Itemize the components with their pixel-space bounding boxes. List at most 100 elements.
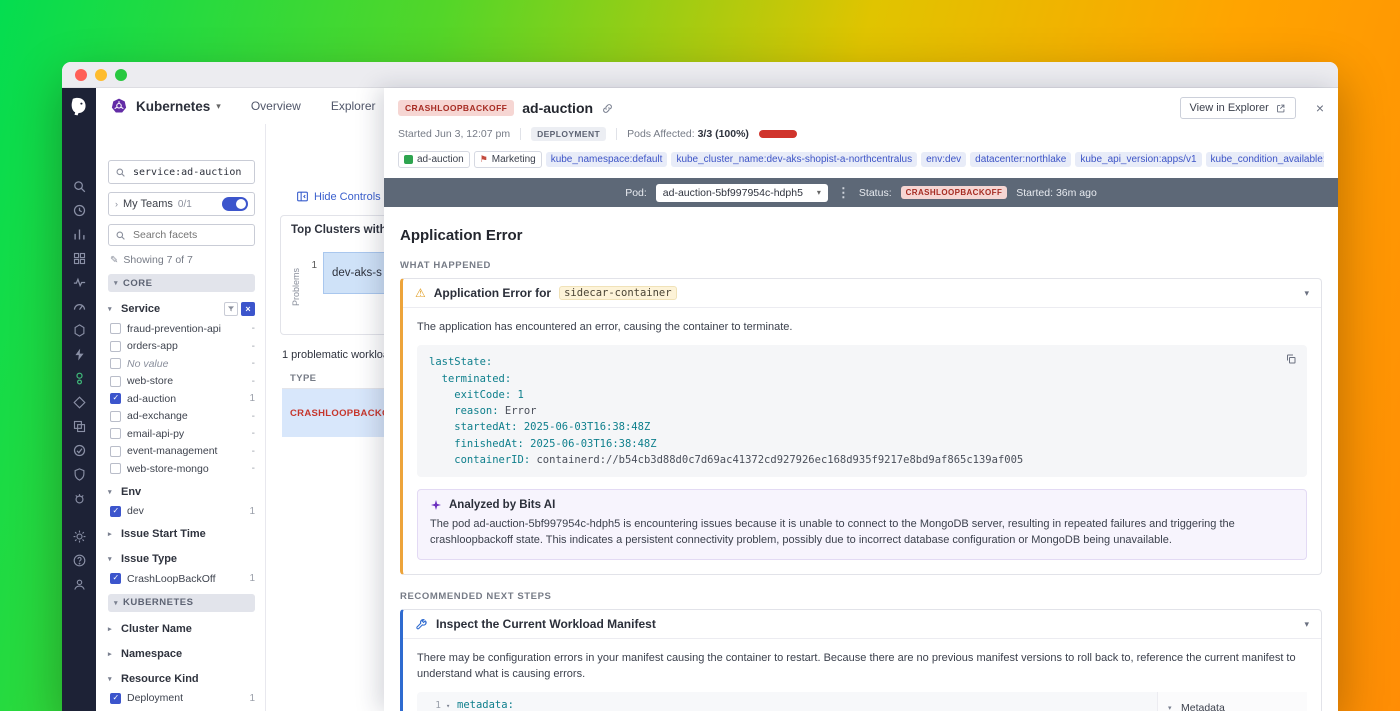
facet-checkbox[interactable] xyxy=(110,505,121,517)
error-card-header[interactable]: ⚠ Application Error for sidecar-containe… xyxy=(403,279,1321,307)
manifest-code: 1 ▾ metadata: 2 name: ad-a xyxy=(417,692,1157,711)
facet-checkbox[interactable] xyxy=(110,358,121,370)
facet-search-box[interactable] xyxy=(108,224,255,246)
search-query-box[interactable] xyxy=(108,160,255,184)
service-tag[interactable]: ad-auction xyxy=(398,151,470,168)
deployment-badge: DEPLOYMENT xyxy=(531,127,607,141)
error-tracking-icon[interactable] xyxy=(72,491,87,506)
dashboards-icon[interactable] xyxy=(72,251,87,266)
external-link-icon xyxy=(1276,104,1285,112)
filter-funnel-icon[interactable] xyxy=(224,302,238,316)
pod-dropdown[interactable]: ad-auction-5bf997954c-hdph5 ▾ xyxy=(655,183,828,202)
facet-group-resource-kind[interactable]: ▾ Resource Kind xyxy=(108,668,255,690)
facet-group-issue-type[interactable]: ▾ Issue Type xyxy=(108,548,255,570)
facet-checkbox[interactable] xyxy=(110,573,121,585)
clear-filter-icon[interactable]: × xyxy=(241,302,255,316)
facet-checkbox[interactable] xyxy=(110,375,121,387)
header-tab[interactable]: Explorer xyxy=(331,99,376,113)
header-tab[interactable]: Overview xyxy=(251,99,301,113)
rum-icon[interactable] xyxy=(72,419,87,434)
facet-item[interactable]: dev 1 xyxy=(108,503,255,521)
facet-item[interactable]: No value - xyxy=(108,355,255,373)
account-icon[interactable] xyxy=(72,577,87,592)
code-line: finishedAt: 2025-06-03T16:38:48Z xyxy=(429,437,657,450)
metrics-icon[interactable] xyxy=(72,227,87,242)
facet-item[interactable]: orders-app - xyxy=(108,338,255,356)
facet-group-env[interactable]: ▾ Env xyxy=(108,481,255,503)
section-kubernetes[interactable]: ▾ KUBERNETES xyxy=(108,593,255,612)
ci-cd-icon[interactable] xyxy=(72,443,87,458)
my-teams-toggle[interactable] xyxy=(222,197,248,211)
copy-icon[interactable] xyxy=(1285,353,1297,365)
my-teams-label: My Teams xyxy=(123,198,173,210)
panel-content: Application Error WHAT HAPPENED ⚠ Applic… xyxy=(384,207,1338,711)
attribute-tag[interactable]: kube_namespace:default xyxy=(545,152,668,167)
zoom-window-button[interactable] xyxy=(115,68,127,81)
window-titlebar[interactable] xyxy=(62,62,1338,88)
kebab-menu-icon[interactable]: ⋮ xyxy=(837,185,850,201)
chevron-down-icon[interactable]: ▾ xyxy=(1304,619,1309,630)
history-icon[interactable] xyxy=(72,203,87,218)
fold-caret-icon[interactable]: ▾ xyxy=(446,700,457,711)
attribute-tag[interactable]: kube_api_version:apps/v1 xyxy=(1075,152,1202,167)
attribute-tag[interactable]: kube_condition_available:false xyxy=(1205,152,1324,167)
watchdog-icon[interactable] xyxy=(72,275,87,290)
facet-checkbox[interactable] xyxy=(110,463,121,475)
edit-icon[interactable]: ✎ xyxy=(110,255,118,266)
service-catalog-icon[interactable] xyxy=(72,371,87,386)
facet-item[interactable]: CrashLoopBackOff 1 xyxy=(108,570,255,588)
copy-link-icon[interactable] xyxy=(601,102,614,115)
chevron-down-icon[interactable]: ▾ xyxy=(1304,288,1309,299)
security-icon[interactable] xyxy=(72,467,87,482)
facet-item[interactable]: web-store-mongo - xyxy=(108,460,255,478)
section-core[interactable]: ▾ CORE xyxy=(108,274,255,292)
manifest-card-header[interactable]: Inspect the Current Workload Manifest ▾ xyxy=(403,610,1321,638)
minimize-window-button[interactable] xyxy=(95,68,107,81)
attribute-tag[interactable]: datacenter:northlake xyxy=(970,152,1072,167)
infrastructure-icon[interactable] xyxy=(72,323,87,338)
chevron-down-icon: ▾ xyxy=(108,675,112,683)
facet-item[interactable]: ad-auction 1 xyxy=(108,390,255,408)
logs-icon[interactable] xyxy=(72,347,87,362)
facet-item[interactable]: Deployment 1 xyxy=(108,690,255,708)
apm-icon[interactable] xyxy=(72,299,87,314)
facet-checkbox[interactable] xyxy=(110,323,121,335)
facet-group-service[interactable]: ▾ Service × xyxy=(108,298,255,320)
facet-item[interactable]: ad-exchange - xyxy=(108,408,255,426)
facet-checkbox[interactable] xyxy=(110,445,121,457)
close-window-button[interactable] xyxy=(75,68,87,81)
chevron-down-icon[interactable]: ▾ xyxy=(216,101,221,112)
settings-icon[interactable] xyxy=(72,529,87,544)
attribute-tag[interactable]: env:dev xyxy=(921,152,967,167)
close-panel-icon[interactable]: × xyxy=(1316,100,1324,116)
my-teams-filter[interactable]: › My Teams 0/1 xyxy=(108,192,255,216)
datadog-logo-icon[interactable] xyxy=(68,95,91,118)
search-input[interactable] xyxy=(131,165,248,179)
facet-search-input[interactable] xyxy=(131,228,248,242)
app-window: Kubernetes ▾ Overview Explorer › My Teams xyxy=(62,62,1338,711)
facet-checkbox[interactable] xyxy=(110,393,121,405)
facet-item[interactable]: email-api-py - xyxy=(108,425,255,443)
facet-checkbox[interactable] xyxy=(110,692,121,704)
facet-item[interactable]: web-store - xyxy=(108,373,255,391)
synthetics-icon[interactable] xyxy=(72,395,87,410)
facet-checkbox[interactable] xyxy=(110,428,121,440)
facet-item[interactable]: fraud-prevention-api - xyxy=(108,320,255,338)
facet-checkbox[interactable] xyxy=(110,340,121,352)
help-icon[interactable] xyxy=(72,553,87,568)
manifest-viewer: 1 ▾ metadata: 2 name: ad-a xyxy=(417,691,1307,711)
chart-tick: 1 xyxy=(311,260,317,271)
facet-checkbox[interactable] xyxy=(110,410,121,422)
facet-group-cluster-name[interactable]: ▸ Cluster Name xyxy=(108,618,255,640)
view-in-explorer-button[interactable]: View in Explorer xyxy=(1179,97,1296,119)
facet-group-namespace[interactable]: ▸ Namespace xyxy=(108,643,255,665)
search-icon[interactable] xyxy=(72,179,87,194)
next-step-card: Inspect the Current Workload Manifest ▾ … xyxy=(400,609,1322,711)
pods-affected: Pods Affected: 3/3 (100%) xyxy=(627,128,749,140)
outline-item[interactable]: ▾ Metadata xyxy=(1168,699,1297,711)
team-tag[interactable]: ⚑ Marketing xyxy=(473,151,542,168)
facet-group-issue-start-time[interactable]: ▸ Issue Start Time xyxy=(108,523,255,545)
code-line: reason: Error xyxy=(429,405,537,418)
attribute-tag[interactable]: kube_cluster_name:dev-aks-shopist-a-nort… xyxy=(671,152,918,167)
facet-item[interactable]: event-management - xyxy=(108,443,255,461)
